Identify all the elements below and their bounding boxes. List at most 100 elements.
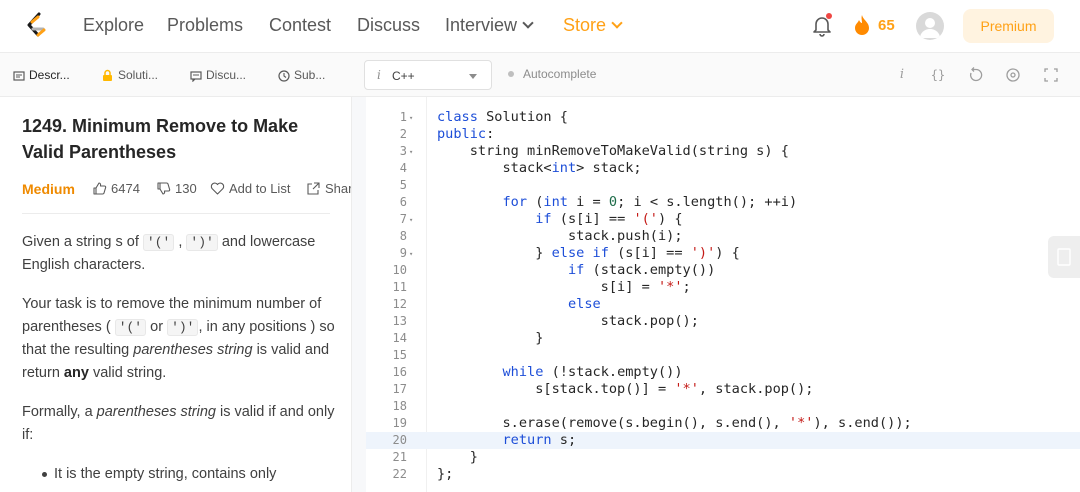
chevron-down-icon	[611, 17, 623, 29]
fold-toggle-icon[interactable]: ▾	[409, 212, 413, 229]
line-number: 10	[392, 263, 407, 277]
avatar[interactable]	[916, 12, 944, 40]
tab-description[interactable]: Descr...	[13, 53, 70, 97]
thumbs-up-icon	[93, 182, 107, 195]
add-to-list-label: Add to List	[229, 181, 291, 196]
tab-submissions[interactable]: Sub...	[278, 53, 325, 97]
code-line[interactable]: 16 while (!stack.empty())	[366, 364, 1080, 381]
code-line[interactable]: 1 ▾ class Solution {	[366, 109, 1080, 126]
problem-description-panel: 1249. Minimum Remove to Make Valid Paren…	[0, 97, 352, 492]
nav-interview[interactable]: Interview	[445, 15, 534, 36]
line-number: 16	[392, 365, 407, 379]
text: or	[146, 319, 168, 335]
text: Formally, a	[22, 404, 97, 420]
code-line[interactable]: 9 ▾ } else if (s[i] == ')') {	[366, 245, 1080, 262]
code-line[interactable]: 3 ▾ string minRemoveToMakeValid(string s)…	[366, 143, 1080, 160]
code-line[interactable]: 10 if (stack.empty())	[366, 262, 1080, 279]
editor-toolbar: i C++ Autocomplete i {}	[352, 53, 1080, 97]
caret-down-icon	[469, 74, 477, 79]
like-button[interactable]: 6474	[92, 179, 140, 199]
code-line[interactable]: 13 stack.pop();	[366, 313, 1080, 330]
dislike-count: 130	[175, 181, 197, 196]
chevron-down-icon	[522, 17, 534, 29]
line-number: 4	[399, 161, 407, 175]
fold-toggle-icon[interactable]: ▾	[409, 110, 413, 127]
clock-icon	[278, 70, 290, 82]
line-number: 8	[399, 229, 407, 243]
code-editor[interactable]: 1 ▾ class Solution {2 public: 3 ▾ string minR…	[366, 97, 1080, 492]
nav-contest[interactable]: Contest	[269, 15, 331, 36]
premium-button[interactable]: Premium	[963, 9, 1054, 43]
variable-s: s	[115, 234, 123, 250]
line-number: 5	[399, 178, 407, 192]
code-line[interactable]: 18	[366, 398, 1080, 415]
chat-icon	[190, 71, 202, 82]
code-line[interactable]: 19 s.erase(remove(s.begin(), s.end(), '*…	[366, 415, 1080, 432]
top-nav: Explore Problems Contest Discuss Intervi…	[0, 0, 1080, 53]
flame-icon[interactable]	[853, 14, 871, 36]
code-line[interactable]: 14 }	[366, 330, 1080, 347]
emphasis: parentheses string	[133, 342, 253, 358]
share-button[interactable]: Shar	[306, 179, 352, 199]
info-icon[interactable]: i	[893, 66, 911, 84]
code-line[interactable]: 2 public:	[366, 126, 1080, 143]
problem-meta: Medium 6474 130 Add to List Shar	[22, 179, 352, 199]
code-text: } else if (s[i] == ')') {	[437, 245, 740, 261]
code-line[interactable]: 20 return s;	[366, 432, 1080, 449]
code-line[interactable]: 4 stack<int> stack;	[366, 160, 1080, 177]
line-number: 7	[399, 212, 407, 226]
tab-solution[interactable]: Soluti...	[101, 53, 158, 97]
line-number: 13	[392, 314, 407, 328]
code-line[interactable]: 22};	[366, 466, 1080, 483]
line-number: 3	[399, 144, 407, 158]
nav-store[interactable]: Store	[563, 15, 623, 36]
code-line[interactable]: 6 for (int i = 0; i < s.length(); ++i)	[366, 194, 1080, 211]
leetcode-logo-icon[interactable]	[24, 12, 50, 40]
code-line[interactable]: 8 stack.push(i);	[366, 228, 1080, 245]
code-text: s.erase(remove(s.begin(), s.end(), '*'),…	[437, 415, 912, 431]
reset-icon[interactable]	[967, 66, 985, 84]
code-text: }	[437, 330, 544, 346]
add-to-list-button[interactable]: Add to List	[210, 179, 290, 199]
language-select[interactable]: i C++	[364, 60, 492, 90]
share-label: Shar	[325, 181, 352, 196]
code-line[interactable]: 5	[366, 177, 1080, 194]
description-paragraph-1: Given a string s of '(' , ')' and lowerc…	[22, 231, 337, 277]
code-line[interactable]: 12 else	[366, 296, 1080, 313]
note-icon	[1057, 248, 1071, 266]
bold-text: any	[63, 365, 89, 381]
nav-discuss[interactable]: Discuss	[357, 15, 420, 36]
line-number: 20	[392, 433, 407, 447]
emphasis: parentheses string	[96, 404, 216, 420]
fullscreen-icon[interactable]	[1042, 66, 1060, 84]
code-text: s[i] = '*';	[437, 279, 691, 295]
description-icon	[13, 71, 25, 81]
settings-icon[interactable]	[1004, 66, 1022, 84]
dislike-button[interactable]: 130	[156, 179, 197, 199]
code-line[interactable]: 7 ▾ if (s[i] == '(') {	[366, 211, 1080, 228]
side-panel-tab[interactable]	[1048, 236, 1080, 278]
tab-discuss-label: Discu...	[206, 68, 247, 82]
code-text: else	[567, 296, 601, 312]
code-line[interactable]: 11 s[i] = '*';	[366, 279, 1080, 296]
nav-explore[interactable]: Explore	[83, 15, 144, 36]
fold-toggle-icon[interactable]: ▾	[409, 144, 413, 161]
code-text: string minRemoveToMakeValid(string s) {	[437, 143, 789, 159]
code-line[interactable]: 17 s[stack.top()] = '*', stack.pop();	[366, 381, 1080, 398]
line-number: 22	[392, 467, 407, 481]
tab-description-label: Descr...	[29, 68, 70, 82]
braces-icon[interactable]: {}	[929, 66, 947, 84]
code-text: }	[437, 449, 478, 465]
language-value: C++	[392, 69, 415, 83]
text: valid string.	[88, 365, 167, 381]
code-line[interactable]: 15	[366, 347, 1080, 364]
fold-toggle-icon[interactable]: ▾	[409, 246, 413, 263]
code-line[interactable]: 21 }	[366, 449, 1080, 466]
line-number: 18	[392, 399, 407, 413]
share-icon	[307, 182, 320, 195]
tab-discuss[interactable]: Discu...	[190, 53, 246, 97]
line-number: 17	[392, 382, 407, 396]
code-text: stack<int> stack;	[437, 160, 642, 176]
nav-problems[interactable]: Problems	[167, 15, 243, 36]
autocomplete-toggle[interactable]: Autocomplete	[508, 67, 596, 81]
